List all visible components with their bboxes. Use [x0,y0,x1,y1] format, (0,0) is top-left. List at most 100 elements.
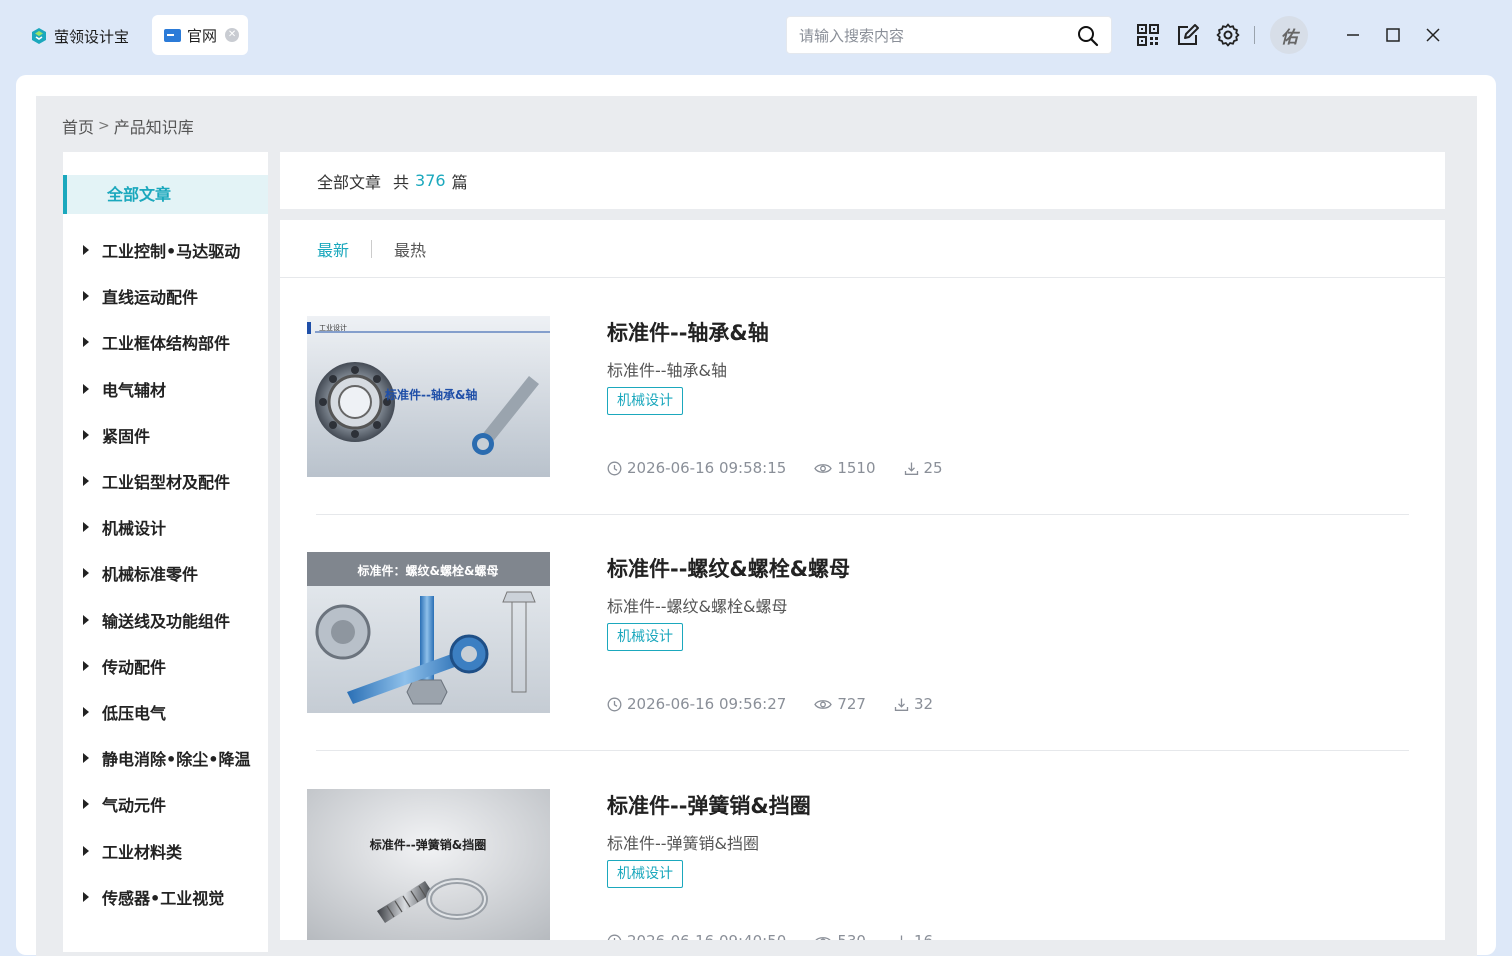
download-count: 16 [914,932,933,940]
clock-icon [607,697,622,711]
thumb-title: 标准件--弹簧销&挡圈 [369,837,486,852]
expand-arrow-icon [83,660,89,671]
title-bar: 萤领设计宝 官网 ✕ 佑 [0,0,1512,74]
article-title[interactable]: 标准件--弹簧销&挡圈 [607,790,811,820]
sidebar-item[interactable]: 工业材料类 [63,827,268,873]
sidebar-item-label: 直线运动配件 [102,288,199,308]
sidebar-item[interactable]: 传感器•工业视觉 [63,874,268,920]
eye-icon [815,936,832,940]
sidebar-item-label: 工业铝型材及配件 [102,473,231,493]
category-list: 工业控制•马达驱动 直线运动配件 工业框体结构部件 电气辅材 紧固件 工业铝型材… [63,227,268,920]
expand-arrow-icon [83,706,89,717]
meta-date: 2026-06-16 09:40:50 [607,932,786,940]
sidebar-item[interactable]: 工业铝型材及配件 [63,458,268,504]
breadcrumb-home[interactable]: 首页 [62,114,94,138]
article-divider [316,514,1409,515]
sidebar-item[interactable]: 传动配件 [63,643,268,689]
sidebar-item[interactable]: 气动元件 [63,781,268,827]
sidebar-item-label: 电气辅材 [102,380,167,400]
article-card[interactable]: 标准件：螺纹&螺栓&螺母 标准件--螺纹&螺栓&螺母 标准件--螺纹&螺栓&螺母… [307,552,1409,732]
article-thumbnail[interactable]: 工业设计 标准件--轴承&轴 [307,316,550,477]
tab-newest[interactable]: 最新 [317,237,349,261]
expand-arrow-icon [83,845,89,856]
close-window-icon[interactable] [1422,24,1444,46]
article-count-bar: 全部文章 共 376 篇 [280,152,1445,209]
download-icon [894,698,909,711]
sidebar-item-label: 紧固件 [102,426,151,446]
category-tag[interactable]: 机械设计 [607,623,683,651]
sidebar-item[interactable]: 输送线及功能组件 [63,597,268,643]
article-count: 376 [415,171,446,190]
expand-arrow-icon [83,891,89,902]
article-meta: 2026-06-16 09:40:50 530 16 [607,932,961,940]
sidebar-item-label: 工业框体结构部件 [102,334,231,354]
avatar[interactable]: 佑 [1270,16,1308,54]
search-input[interactable] [797,17,1071,55]
eye-icon [814,699,833,709]
tab-official-site[interactable]: 官网 ✕ [152,15,248,55]
article-subtitle: 标准件--螺纹&螺栓&螺母 [607,597,788,616]
category-sidebar: 全部文章 工业控制•马达驱动 直线运动配件 工业框体结构部件 电气辅材 紧固件 … [63,152,268,952]
minimize-icon[interactable] [1342,24,1364,46]
sidebar-item[interactable]: 电气辅材 [63,366,268,412]
sidebar-item-label: 输送线及功能组件 [102,611,231,631]
sidebar-item-label: 传感器•工业视觉 [102,888,225,908]
sidebar-item[interactable]: 机械标准零件 [63,550,268,596]
sidebar-item[interactable]: 低压电气 [63,689,268,735]
meta-downloads: 32 [894,695,933,713]
article-card[interactable]: 工业设计 标准件--轴承&轴 标准件--轴承&轴 标准件--轴承&轴 机械设计 … [307,316,1409,496]
eye-icon [814,463,833,473]
total-prefix: 共 [393,172,410,192]
all-articles-label: 全部文章 [317,172,382,192]
sidebar-item[interactable]: 直线运动配件 [63,273,268,319]
sidebar-item-label: 机械标准零件 [102,565,199,585]
sidebar-item-label: 机械设计 [102,519,167,539]
article-thumbnail[interactable]: 标准件：螺纹&螺栓&螺母 [307,552,550,713]
expand-arrow-icon [83,429,89,440]
thumb-corner-label: 工业设计 [319,323,347,332]
article-subtitle: 标准件--弹簧销&挡圈 [607,834,760,853]
search-icon[interactable] [1077,25,1099,47]
meta-downloads: 16 [894,932,933,940]
sort-divider [371,239,373,258]
article-title[interactable]: 标准件--螺纹&螺栓&螺母 [607,553,850,583]
download-icon [904,462,918,475]
tab-label: 官网 [187,26,218,45]
meta-views: 727 [814,695,866,713]
category-tag[interactable]: 机械设计 [607,860,683,888]
expand-arrow-icon [83,753,89,764]
clock-icon [607,934,622,940]
article-thumbnail[interactable]: 标准件--弹簧销&挡圈 [307,789,550,940]
meta-downloads: 25 [904,459,943,477]
sidebar-item[interactable]: 工业控制•马达驱动 [63,227,268,273]
thumb-title: 标准件--轴承&轴 [384,387,477,402]
article-subtitle: 标准件--轴承&轴 [607,361,728,380]
sidebar-item-all[interactable]: 全部文章 [63,175,268,214]
expand-arrow-icon [83,245,89,256]
sidebar-item[interactable]: 机械设计 [63,504,268,550]
clock-icon [607,461,622,475]
tab-hottest[interactable]: 最热 [394,237,426,261]
sidebar-item[interactable]: 紧固件 [63,412,268,458]
edit-icon[interactable] [1176,23,1200,47]
article-title[interactable]: 标准件--轴承&轴 [607,317,769,347]
sidebar-item-label: 气动元件 [102,796,167,816]
app-name: 萤领设计宝 [54,27,130,46]
gear-icon[interactable] [1216,23,1240,47]
article-card[interactable]: 标准件--弹簧销&挡圈 标准件--弹簧销&挡圈 标准件--弹簧销&挡圈 机械设计… [307,789,1409,940]
expand-arrow-icon [83,799,89,810]
expand-arrow-icon [83,614,89,625]
maximize-icon[interactable] [1382,24,1404,46]
tab-close-icon[interactable]: ✕ [225,28,240,42]
browser-tab-icon [164,28,181,42]
qr-code-icon[interactable] [1136,23,1160,47]
sidebar-item-label: 静电消除•除尘•降温 [102,750,251,770]
sidebar-item[interactable]: 工业框体结构部件 [63,319,268,365]
sidebar-item[interactable]: 静电消除•除尘•降温 [63,735,268,781]
sidebar-item-label: 工业控制•马达驱动 [102,242,241,262]
view-count: 530 [837,932,866,940]
meta-views: 530 [814,932,866,940]
download-count: 25 [923,459,943,477]
category-tag[interactable]: 机械设计 [607,387,683,415]
app-home-tab[interactable]: 萤领设计宝 [30,22,129,50]
